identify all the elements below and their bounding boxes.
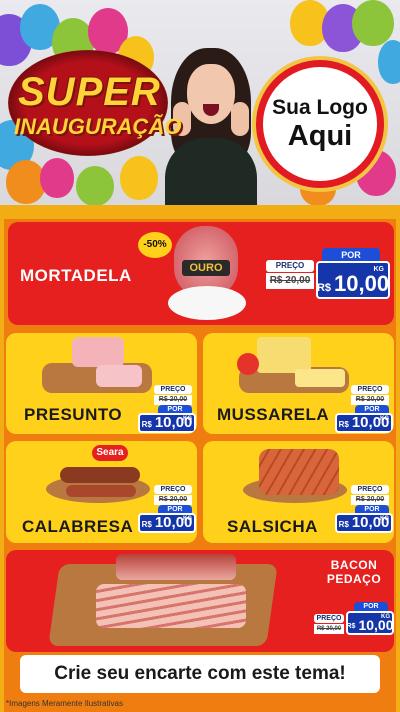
old-price: R$ 20,00 <box>266 273 314 289</box>
currency-symbol: R$ <box>141 420 152 429</box>
price-value-box: R$ 10,00 KG <box>335 413 393 433</box>
price-label: PREÇO <box>266 260 314 272</box>
bacon-image <box>116 554 236 580</box>
headline-super: SUPER <box>18 70 161 114</box>
price-value-box: R$ 10,00 KG <box>335 513 393 533</box>
price-value-box: R$ 10,00 KG <box>138 513 196 533</box>
logo-line-2: Aqui <box>287 119 353 152</box>
price-value-box: R$ 10,00 KG <box>346 611 394 635</box>
price-tag: PREÇO R$ 20,00 POR R$ 10,00 KG <box>266 248 390 310</box>
old-price: R$ 20,00 <box>351 495 389 505</box>
price-label: PREÇO <box>154 485 192 494</box>
salsicha-image <box>259 449 339 495</box>
currency-symbol: R$ <box>141 520 152 529</box>
price-value: 10,00 <box>334 271 390 296</box>
product-name-line-2: PEDAÇO <box>326 572 382 586</box>
price-tag: PREÇO R$ 20,00 POR R$ 10,00 KG <box>138 485 196 533</box>
headline-inauguracao: INAUGURAÇÃO <box>14 114 182 139</box>
seara-brand-logo: Seara <box>92 445 128 461</box>
price-label: PREÇO <box>351 385 389 394</box>
balloon-decoration <box>120 156 158 200</box>
unit-label: KG <box>381 614 390 620</box>
unit-label: KG <box>380 516 389 522</box>
presunto-slices <box>96 365 142 387</box>
product-name: MORTADELA <box>20 266 132 285</box>
old-price: R$ 20,00 <box>154 395 192 405</box>
price-label: PREÇO <box>351 485 389 494</box>
mortadela-slices-plate <box>168 286 246 320</box>
currency-symbol: R$ <box>338 420 349 429</box>
product-name: SALSICHA <box>227 517 318 536</box>
calabresa-slices <box>66 485 136 497</box>
flyer-page: SUPER INAUGURAÇÃO Sua Logo Aqui MORTADEL… <box>0 0 400 712</box>
super-inauguracao-title: SUPER INAUGURAÇÃO <box>8 48 182 158</box>
product-card-presunto: PRESUNTO PREÇO R$ 20,00 POR R$ 10,00 KG <box>6 333 197 434</box>
unit-label: KG <box>183 416 192 422</box>
price-tag: PREÇO R$ 20,00 POR R$ 10,00 KG <box>138 385 196 433</box>
old-price: R$ 20,00 <box>351 395 389 405</box>
mussarela-image <box>257 337 311 373</box>
product-name: PRESUNTO <box>24 405 123 424</box>
balloon-decoration <box>378 40 400 84</box>
price-tag: PREÇO R$ 20,00 POR R$ 10,00 KG <box>335 385 393 433</box>
currency-symbol: R$ <box>316 282 331 294</box>
unit-label: KG <box>183 516 192 522</box>
price-value-box: R$ 10,00 KG <box>316 261 390 299</box>
mortadela-label: OURO <box>182 260 230 276</box>
price-tag: PREÇO R$ 20,00 POR R$ 10,00 KG <box>314 602 394 642</box>
price-tag: PREÇO R$ 20,00 POR R$ 10,00 KG <box>335 485 393 533</box>
price-label: PREÇO <box>154 385 192 394</box>
product-name-line-1: BACON <box>330 558 378 572</box>
tomato-icon <box>237 353 259 375</box>
calabresa-image <box>60 467 140 483</box>
store-logo-placeholder: Sua Logo Aqui <box>256 60 384 188</box>
por-label: POR <box>322 248 380 262</box>
unit-label: KG <box>380 416 389 422</box>
unit-label: KG <box>373 266 385 273</box>
product-card-mortadela: MORTADELA OURO -50% PREÇO R$ 20,00 POR R… <box>8 222 394 325</box>
header-banner: SUPER INAUGURAÇÃO Sua Logo Aqui <box>0 0 400 205</box>
currency-symbol: R$ <box>346 623 356 630</box>
product-card-mussarela: MUSSARELA PREÇO R$ 20,00 POR R$ 10,00 KG <box>203 333 394 434</box>
product-card-salsicha: SALSICHA PREÇO R$ 20,00 POR R$ 10,00 KG <box>203 441 394 543</box>
product-card-calabresa: Seara CALABRESA PREÇO R$ 20,00 POR R$ 10… <box>6 441 197 543</box>
balloon-decoration <box>76 166 114 205</box>
presunto-image <box>72 337 124 367</box>
price-label: PREÇO <box>314 614 344 623</box>
bacon-slices <box>96 584 246 628</box>
balloon-decoration <box>40 158 74 198</box>
product-card-bacon: BACON PEDAÇO PREÇO R$ 20,00 POR R$ 10,00… <box>6 550 394 652</box>
product-name: MUSSARELA <box>217 405 330 424</box>
disclaimer-text: *Imagens Meramente Ilustrativas <box>6 699 123 708</box>
old-price: R$ 20,00 <box>154 495 192 505</box>
balloon-decoration <box>352 0 394 46</box>
product-name: CALABRESA <box>22 517 134 536</box>
logo-line-1: Sua Logo <box>272 95 368 119</box>
discount-badge: -50% <box>138 232 172 258</box>
old-price: R$ 20,00 <box>314 624 344 634</box>
currency-symbol: R$ <box>338 520 349 529</box>
price-value-box: R$ 10,00 KG <box>138 413 196 433</box>
cta-banner: Crie seu encarte com este tema! <box>20 655 380 693</box>
